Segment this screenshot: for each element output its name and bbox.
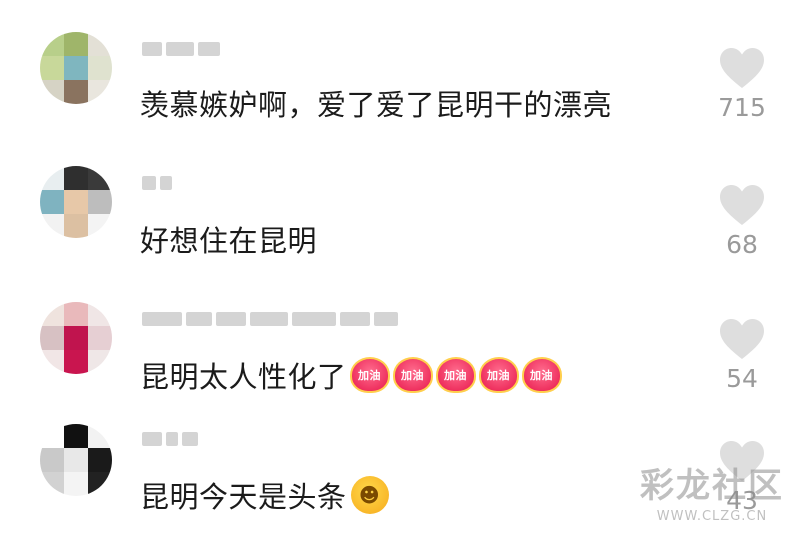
avatar-pixel	[40, 214, 64, 238]
laugh-crying-emoji-icon: ☻	[350, 476, 389, 514]
jiayou-sticker-icon: 加油	[392, 357, 433, 393]
jiayou-sticker-icon: 加油	[435, 357, 476, 393]
comment-text: 好想住在昆明	[140, 218, 317, 260]
comment-text: 羡慕嫉妒啊，爱了爱了昆明干的漂亮	[140, 82, 612, 124]
comment-text-content: 好想住在昆明	[140, 224, 318, 258]
username-blurred[interactable]	[142, 430, 198, 448]
avatar-pixel	[64, 302, 88, 326]
avatar-pixel	[64, 326, 88, 350]
avatar[interactable]	[40, 424, 112, 496]
avatar-pixel	[88, 32, 112, 56]
avatar-pixel	[40, 80, 64, 104]
like-count: 715	[718, 93, 766, 122]
avatar-pixel	[88, 302, 112, 326]
avatar-pixel	[40, 424, 64, 448]
like-button[interactable]: 54	[714, 318, 770, 393]
avatar-pixel	[40, 32, 64, 56]
avatar-pixel	[64, 350, 88, 374]
watermark-title: 彩龙社区	[640, 466, 784, 506]
comment-text-content: 昆明今天是头条	[140, 480, 347, 514]
avatar-pixel	[88, 350, 112, 374]
avatar-pixel	[64, 448, 88, 472]
comment-item: 羡慕嫉妒啊，爱了爱了昆明干的漂亮 715	[0, 0, 800, 130]
username-blurred[interactable]	[142, 40, 220, 58]
heart-icon	[720, 48, 764, 88]
avatar-pixel	[64, 166, 88, 190]
avatar[interactable]	[40, 302, 112, 374]
like-button[interactable]: 68	[714, 184, 770, 259]
avatar-pixel	[64, 80, 88, 104]
watermark: 彩龙社区 WWW.CLZG.CN	[632, 458, 792, 528]
avatar-pixel	[88, 326, 112, 350]
heart-icon	[720, 319, 764, 359]
avatar[interactable]	[40, 32, 112, 104]
avatar-pixel	[40, 302, 64, 326]
comment-item: 好想住在昆明 68	[0, 136, 800, 266]
avatar-pixel	[88, 80, 112, 104]
avatar-pixel	[40, 56, 64, 80]
comment-text-content: 羡慕嫉妒啊，爱了爱了昆明干的漂亮	[140, 88, 613, 122]
username-blurred[interactable]	[142, 310, 398, 328]
avatar-pixel	[64, 472, 88, 496]
avatar-pixel	[88, 472, 112, 496]
like-count: 68	[726, 230, 758, 259]
avatar-pixel	[40, 448, 64, 472]
comment-text-content: 昆明太人性化了	[140, 360, 347, 394]
comment-item: 昆明太人性化了 加油 加油 加油 加油 加油 54	[0, 272, 800, 402]
comment-text: 昆明太人性化了 加油 加油 加油 加油 加油	[140, 354, 562, 396]
avatar-pixel	[40, 350, 64, 374]
avatar-pixel	[88, 214, 112, 238]
like-button[interactable]: 715	[714, 47, 770, 122]
jiayou-sticker-icon: 加油	[521, 357, 562, 393]
jiayou-sticker-icon: 加油	[349, 357, 390, 393]
avatar-pixel	[88, 424, 112, 448]
avatar-pixel	[64, 32, 88, 56]
avatar-pixel	[88, 448, 112, 472]
avatar-pixel	[40, 166, 64, 190]
avatar-pixel	[40, 326, 64, 350]
heart-icon	[720, 185, 764, 225]
username-blurred[interactable]	[142, 174, 172, 192]
avatar-pixel	[64, 190, 88, 214]
comment-text: 昆明今天是头条 ☻	[140, 474, 389, 516]
avatar-pixel	[88, 166, 112, 190]
avatar-pixel	[40, 190, 64, 214]
avatar-pixel	[88, 190, 112, 214]
like-count: 54	[726, 364, 758, 393]
avatar-pixel	[64, 214, 88, 238]
watermark-url: WWW.CLZG.CN	[656, 509, 768, 524]
jiayou-sticker-icon: 加油	[478, 357, 519, 393]
avatar-pixel	[64, 56, 88, 80]
avatar-pixel	[64, 424, 88, 448]
avatar[interactable]	[40, 166, 112, 238]
avatar-pixel	[40, 472, 64, 496]
avatar-pixel	[88, 56, 112, 80]
